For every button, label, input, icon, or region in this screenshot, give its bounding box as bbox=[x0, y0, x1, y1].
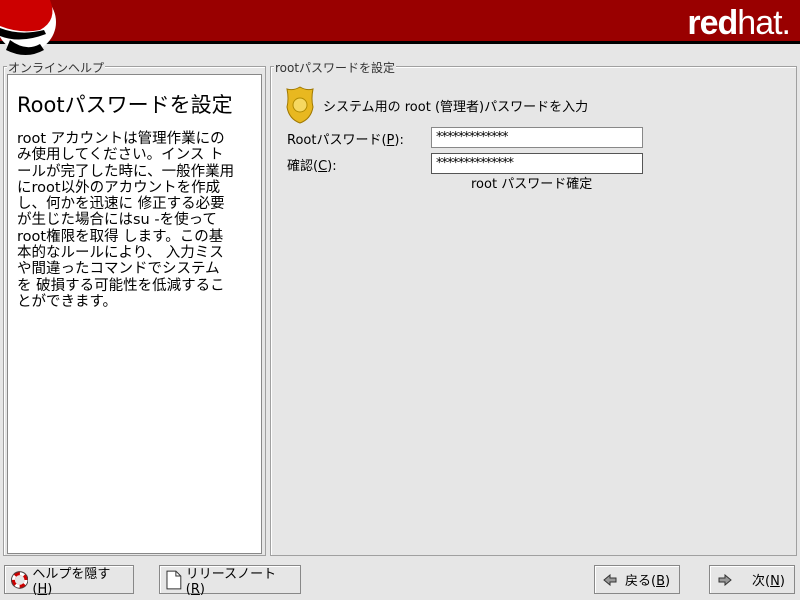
help-line: が生じた場合にはsu -を使って bbox=[17, 212, 217, 229]
button-text: 戻る( bbox=[625, 574, 657, 589]
label-end: ): bbox=[394, 133, 404, 148]
mnemonic: C bbox=[318, 159, 328, 174]
help-line: 本的なルールにより、 入力ミス bbox=[17, 245, 224, 262]
root-password-label: Rootパスワード(P): bbox=[287, 129, 404, 148]
main-frame-label: rootパスワードを設定 bbox=[274, 59, 397, 76]
label-text: 確認( bbox=[287, 159, 319, 174]
help-line: し、何かを迅速に 修正する必要 bbox=[17, 196, 225, 213]
label-end: ): bbox=[327, 159, 337, 174]
back-label: 戻る(B) bbox=[625, 570, 670, 589]
back-button[interactable]: 戻る(B) bbox=[594, 565, 680, 594]
header-banner: redhat. bbox=[0, 0, 800, 55]
prompt-text: システム用の root (管理者)パスワードを入力 bbox=[323, 99, 589, 115]
button-text-end: ) bbox=[199, 581, 205, 597]
label-text: Rootパスワード( bbox=[287, 133, 387, 148]
mnemonic: R bbox=[190, 581, 200, 597]
mnemonic: N bbox=[770, 574, 780, 589]
help-line: root アカウントは管理作業にの bbox=[17, 131, 225, 147]
root-password-panel: rootパスワードを設定 システム用の root (管理者)パスワードを入力 R… bbox=[270, 59, 797, 556]
confirm-password-input[interactable]: ************** bbox=[431, 153, 643, 174]
button-text-end: ) bbox=[47, 581, 53, 597]
next-button[interactable]: 次(N) bbox=[709, 565, 795, 594]
online-help-panel: オンラインヘルプ Rootパスワードを設定 root アカウントは管理作業にの … bbox=[3, 59, 266, 556]
root-password-input[interactable]: ************* bbox=[431, 127, 643, 148]
hide-help-button[interactable]: ヘルプを隠す(H) bbox=[4, 563, 134, 597]
brand-bold: red bbox=[687, 4, 738, 42]
help-title: Rootパスワードを設定 bbox=[17, 93, 233, 117]
brand-light: hat. bbox=[737, 4, 791, 42]
release-notes-label: リリースノート(R) bbox=[186, 563, 294, 597]
arrow-left-icon bbox=[603, 573, 617, 586]
button-text-end: ) bbox=[665, 574, 671, 589]
help-line: ールが完了した時に、一般作業用 bbox=[17, 163, 235, 180]
document-icon bbox=[166, 570, 182, 589]
release-notes-button[interactable]: リリースノート(R) bbox=[159, 563, 301, 597]
hide-help-label: ヘルプを隠す(H) bbox=[32, 563, 127, 597]
mnemonic: B bbox=[656, 574, 665, 589]
help-line: root権限を取得 します。この基 bbox=[17, 228, 224, 245]
password-status: root パスワード確定 bbox=[471, 177, 593, 192]
help-body: root アカウントは管理作業にの み使用してください。インス ト ールが完了し… bbox=[17, 131, 252, 310]
button-text-end: ) bbox=[779, 574, 785, 589]
lifebuoy-icon bbox=[11, 570, 29, 589]
confirm-label: 確認(C): bbox=[287, 155, 337, 174]
redhat-wordmark: redhat. bbox=[687, 4, 791, 43]
next-label: 次(N) bbox=[752, 570, 785, 589]
help-line: を 破損する可能性を低減するこ bbox=[17, 277, 225, 294]
prompt-row: システム用の root (管理者)パスワードを入力 bbox=[285, 85, 588, 125]
arrow-right-icon bbox=[718, 573, 732, 586]
help-line: や間違ったコマンドでシステム bbox=[17, 261, 220, 278]
mnemonic: H bbox=[37, 581, 48, 597]
button-text: 次( bbox=[752, 574, 771, 589]
help-line: にroot以外のアカウントを作成 bbox=[17, 179, 221, 196]
help-line: み使用してください。インス ト bbox=[17, 147, 224, 164]
badge-icon bbox=[286, 86, 314, 124]
help-text-area[interactable]: Rootパスワードを設定 root アカウントは管理作業にの み使用してください… bbox=[7, 74, 262, 554]
help-line: とができます。 bbox=[17, 293, 118, 310]
redhat-shadowman-logo bbox=[0, 0, 56, 55]
